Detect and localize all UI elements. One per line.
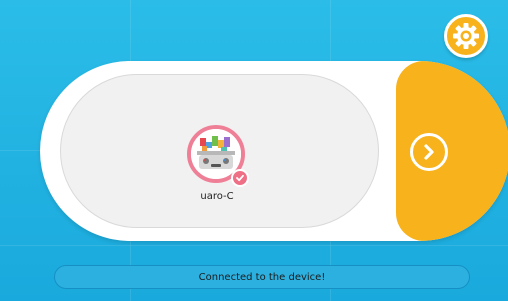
- next-button[interactable]: [410, 133, 448, 171]
- settings-button[interactable]: [444, 14, 488, 58]
- chevron-right-icon: [424, 144, 434, 160]
- connected-check-badge: [231, 169, 249, 187]
- check-icon: [236, 174, 244, 182]
- status-bar: Connected to the device!: [54, 265, 470, 289]
- status-message: Connected to the device!: [198, 271, 326, 283]
- background-grid-line: [0, 245, 508, 246]
- gear-icon: [453, 23, 479, 49]
- device-item[interactable]: uaro-C: [183, 125, 263, 215]
- device-name: uaro-C: [200, 191, 234, 202]
